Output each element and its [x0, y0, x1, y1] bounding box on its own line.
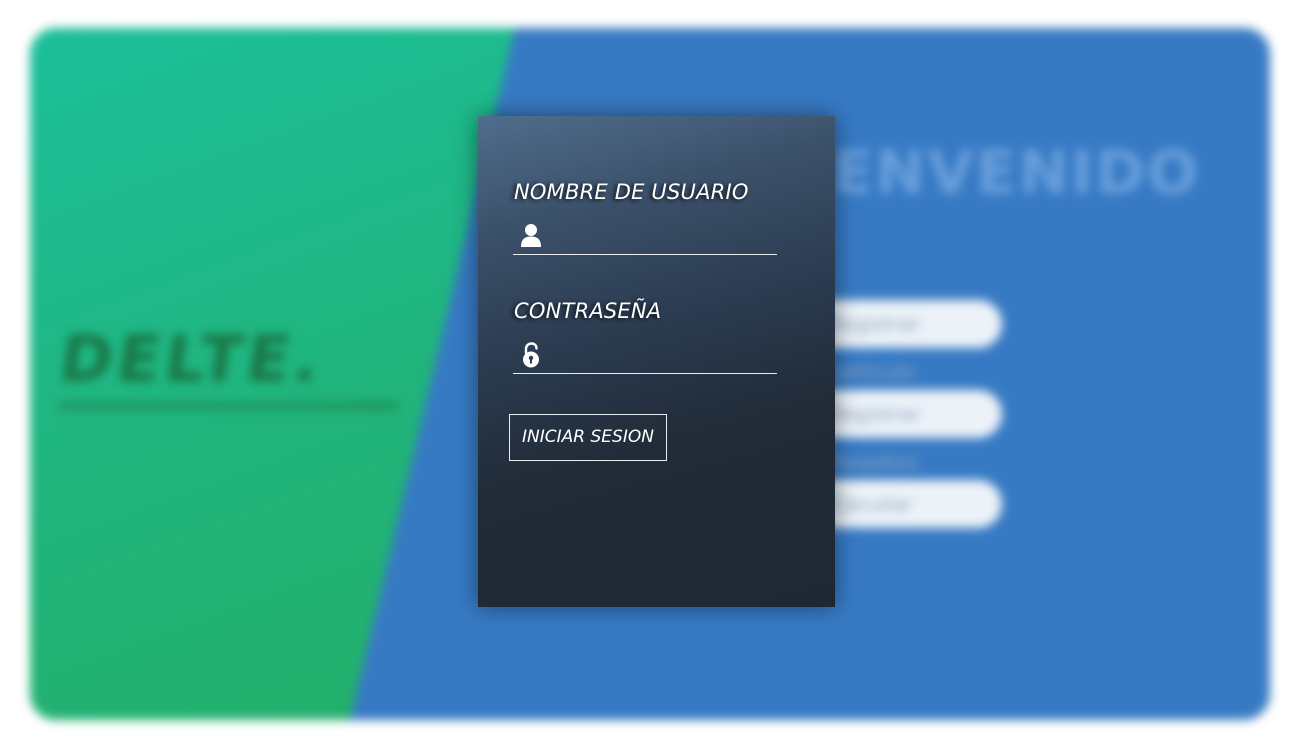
- username-label: NOMBRE DE USUARIO: [514, 180, 749, 204]
- user-icon: [519, 222, 543, 250]
- username-input[interactable]: [551, 222, 771, 250]
- background-logo-underline: [58, 403, 398, 409]
- login-button[interactable]: INICIAR SESION: [509, 414, 667, 461]
- password-label: CONTRASEÑA: [514, 299, 662, 323]
- lock-icon: [519, 341, 543, 369]
- username-field: [513, 220, 777, 255]
- password-input[interactable]: [551, 341, 771, 369]
- login-panel: NOMBRE DE USUARIO CONTRASEÑA INICIAR SES…: [478, 116, 835, 607]
- password-field: [513, 339, 777, 374]
- login-screen: DELTE. BIENVENIDO Registrar vehiculo Reg…: [0, 0, 1300, 750]
- background-logo: DELTE.: [54, 323, 328, 397]
